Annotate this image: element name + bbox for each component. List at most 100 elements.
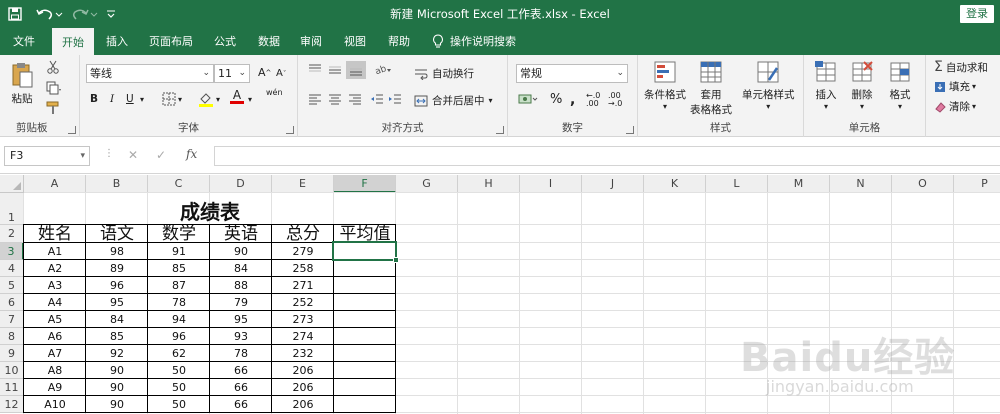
cell-styles-button[interactable]: 单元格样式 ▾	[742, 60, 795, 111]
tab-insert[interactable]: 插入	[98, 28, 136, 55]
number-format-select[interactable]: 常规 ⌄	[516, 64, 628, 83]
increase-font-icon[interactable]: A ^	[258, 66, 271, 79]
percent-icon[interactable]: %	[550, 92, 562, 107]
table-cell[interactable]: 84	[210, 260, 272, 277]
column-header-b[interactable]: B	[86, 175, 148, 193]
table-cell[interactable]: 95	[86, 294, 148, 311]
table-cell[interactable]: 98	[86, 243, 148, 260]
table-cell[interactable]	[334, 379, 396, 396]
table-cell[interactable]: 90	[86, 362, 148, 379]
column-header-i[interactable]: I	[520, 175, 582, 193]
table-cell[interactable]: 66	[210, 362, 272, 379]
clear-button[interactable]: 清除 ▾	[934, 99, 976, 114]
fill-color-icon[interactable]	[198, 91, 214, 107]
table-cell[interactable]: A5	[24, 311, 86, 328]
table-cell[interactable]: A8	[24, 362, 86, 379]
table-cell[interactable]: 50	[148, 362, 210, 379]
table-cell[interactable]: 78	[210, 345, 272, 362]
underline-icon[interactable]: U	[126, 93, 134, 105]
insert-function-icon[interactable]: fx	[186, 147, 197, 161]
table-cell[interactable]: A1	[24, 243, 86, 260]
table-cell[interactable]: 66	[210, 379, 272, 396]
table-cell[interactable]: 271	[272, 277, 334, 294]
fill-handle[interactable]	[393, 257, 399, 263]
tell-me-search[interactable]: 操作说明搜索	[450, 28, 530, 55]
chevron-down-icon[interactable]: ▾	[216, 95, 220, 104]
table-cell[interactable]: 96	[148, 328, 210, 345]
cut-icon[interactable]	[46, 60, 60, 74]
table-cell[interactable]	[334, 277, 396, 294]
table-cell[interactable]: 88	[210, 277, 272, 294]
row-header-5[interactable]: 5	[0, 277, 24, 294]
format-as-table-button[interactable]: 套用 表格格式	[690, 60, 732, 117]
enter-icon[interactable]: ✓	[156, 148, 166, 162]
selected-cell-border[interactable]	[332, 241, 397, 261]
chevron-down-icon[interactable]: ▾	[248, 95, 252, 104]
row-header-9[interactable]: 9	[0, 345, 24, 362]
column-header-l[interactable]: L	[706, 175, 768, 193]
table-cell[interactable]	[334, 362, 396, 379]
table-cell[interactable]	[334, 311, 396, 328]
login-button[interactable]: 登录	[960, 5, 994, 23]
insert-cells-button[interactable]: 插入 ▾	[814, 60, 838, 111]
table-cell[interactable]: 62	[148, 345, 210, 362]
table-cell[interactable]: 85	[86, 328, 148, 345]
align-left-icon[interactable]	[308, 93, 322, 105]
chevron-down-icon[interactable]: ▾	[140, 95, 144, 104]
tab-page-layout[interactable]: 页面布局	[142, 28, 200, 55]
table-cell[interactable]: A10	[24, 396, 86, 413]
tab-review[interactable]: 审阅	[292, 28, 330, 55]
format-cells-button[interactable]: 格式 ▾	[888, 60, 912, 111]
table-cell[interactable]	[334, 328, 396, 345]
merge-center-icon[interactable]: 合并后居中 ▾	[414, 93, 493, 108]
increase-decimal-icon[interactable]: ←.0.00	[586, 92, 600, 108]
align-bottom-icon[interactable]	[346, 61, 366, 79]
increase-indent-icon[interactable]	[388, 93, 402, 105]
decrease-decimal-icon[interactable]: .00 →.0	[608, 92, 622, 108]
select-all-corner[interactable]	[0, 175, 24, 193]
row-header-11[interactable]: 11	[0, 379, 24, 396]
table-cell[interactable]: 95	[210, 311, 272, 328]
table-cell[interactable]: A3	[24, 277, 86, 294]
table-cell[interactable]: 279	[272, 243, 334, 260]
border-icon[interactable]	[162, 92, 176, 106]
row-header-1[interactable]: 1	[0, 193, 24, 225]
fill-button[interactable]: 填充 ▾	[934, 79, 976, 94]
table-cell[interactable]: 50	[148, 379, 210, 396]
copy-icon[interactable]	[46, 81, 62, 95]
decrease-indent-icon[interactable]	[370, 93, 384, 105]
row-header-7[interactable]: 7	[0, 311, 24, 328]
column-header-o[interactable]: O	[892, 175, 954, 193]
table-cell[interactable]: 90	[86, 379, 148, 396]
header-cell[interactable]: 平均值	[334, 223, 396, 243]
comma-style-icon[interactable]: ,	[570, 92, 575, 108]
column-header-f[interactable]: F	[334, 175, 396, 193]
row-header-4[interactable]: 4	[0, 260, 24, 277]
alignment-launcher-icon[interactable]	[496, 126, 504, 134]
table-cell[interactable]: 90	[86, 396, 148, 413]
font-color-icon[interactable]: A	[230, 89, 244, 104]
table-cell[interactable]: A7	[24, 345, 86, 362]
row-header-3[interactable]: 3	[0, 243, 24, 260]
table-cell[interactable]	[334, 260, 396, 277]
row-header-10[interactable]: 10	[0, 362, 24, 379]
tab-formulas[interactable]: 公式	[206, 28, 244, 55]
format-painter-icon[interactable]	[46, 101, 60, 115]
table-cell[interactable]: 87	[148, 277, 210, 294]
column-header-k[interactable]: K	[644, 175, 706, 193]
number-launcher-icon[interactable]	[626, 126, 634, 134]
align-center-icon[interactable]	[328, 93, 342, 105]
table-cell[interactable]: 89	[86, 260, 148, 277]
paste-button[interactable]: 粘贴	[10, 61, 34, 106]
table-cell[interactable]: 84	[86, 311, 148, 328]
italic-icon[interactable]: I	[110, 93, 114, 105]
tab-view[interactable]: 视图	[336, 28, 374, 55]
align-right-icon[interactable]	[348, 93, 362, 105]
tab-home[interactable]: 开始	[52, 28, 94, 55]
table-cell[interactable]	[334, 345, 396, 362]
bold-icon[interactable]: B	[90, 93, 98, 105]
accounting-format-icon[interactable]	[518, 92, 538, 106]
column-header-g[interactable]: G	[396, 175, 458, 193]
table-cell[interactable]: 91	[148, 243, 210, 260]
formula-input[interactable]	[214, 146, 1000, 166]
